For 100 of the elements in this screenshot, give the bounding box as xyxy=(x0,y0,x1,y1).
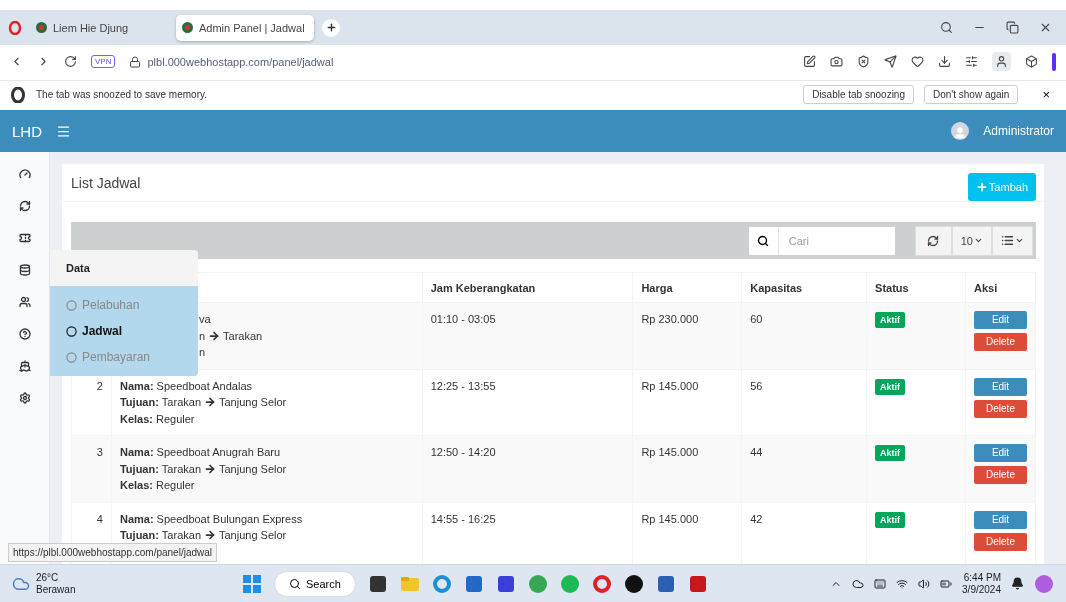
table-cell: 60 xyxy=(750,313,763,325)
cube-icon[interactable] xyxy=(1025,55,1038,68)
submenu-item[interactable]: Pelabuhan xyxy=(66,292,198,318)
edit-button[interactable]: Edit xyxy=(974,510,1027,529)
edit-icon[interactable] xyxy=(803,55,816,68)
route-destination: Tanjung Selor xyxy=(219,461,287,477)
submenu-item[interactable]: Jadwal xyxy=(66,318,198,344)
submenu-item[interactable]: Pembayaran xyxy=(66,344,198,370)
user-name[interactable]: Administrator xyxy=(983,124,1054,138)
delete-button[interactable]: Delete xyxy=(974,532,1027,551)
reload-icon[interactable] xyxy=(64,55,77,68)
browser-logo-icon xyxy=(10,86,26,103)
help-icon[interactable] xyxy=(18,328,31,340)
field-label: Tujuan: xyxy=(119,395,159,410)
volume-icon xyxy=(918,577,931,590)
plus-icon xyxy=(325,22,337,33)
arrow-icon xyxy=(208,329,221,342)
field-label: Kelas: xyxy=(119,411,153,427)
edit-button[interactable]: Edit xyxy=(974,444,1027,462)
page-size-dropdown[interactable]: 10 xyxy=(951,225,992,256)
camera-icon[interactable] xyxy=(830,55,843,68)
temperature: 26°C xyxy=(36,571,60,584)
vpn-badge[interactable]: VPN xyxy=(91,55,116,68)
weather-condition: Berawan xyxy=(36,583,76,596)
ticket-icon[interactable] xyxy=(18,232,31,244)
browser-tab[interactable]: Liem Hie Djung xyxy=(30,14,168,41)
field-label: Tujuan: xyxy=(119,461,159,477)
route-origin: Tarakan xyxy=(161,461,201,477)
brand-logo[interactable]: LHD xyxy=(12,122,42,140)
sliders-icon[interactable] xyxy=(965,55,978,68)
refresh-icon[interactable] xyxy=(18,200,31,212)
arrow-icon xyxy=(204,529,216,542)
gauge-icon[interactable] xyxy=(18,168,31,180)
circle-icon xyxy=(66,299,77,311)
table-cell: 14:55 - 16:25 xyxy=(430,512,496,525)
database-icon[interactable] xyxy=(18,264,31,276)
lock-icon xyxy=(129,55,142,68)
columns-button[interactable] xyxy=(992,225,1033,256)
snooze-button[interactable]: Disable tab snoozing xyxy=(803,85,914,104)
download-icon[interactable] xyxy=(938,55,951,68)
users-icon[interactable] xyxy=(18,296,31,308)
bell-icon xyxy=(1011,577,1024,590)
refresh-icon xyxy=(927,234,940,247)
refresh-button[interactable] xyxy=(914,225,952,256)
keyboard-icon xyxy=(874,577,887,590)
clock-time[interactable]: 6:44 PM xyxy=(963,571,1001,584)
field-value: Speedboat Bulungan Express xyxy=(156,511,303,527)
shield-icon[interactable] xyxy=(857,55,870,68)
field-value: va xyxy=(198,312,211,327)
settings-icon[interactable] xyxy=(18,392,31,404)
field-value: Speedboat Anugrah Baru xyxy=(156,445,281,460)
send-icon[interactable] xyxy=(884,55,897,68)
profile-button[interactable] xyxy=(992,52,1011,71)
table-cell: 56 xyxy=(750,379,763,392)
search-field[interactable]: Cari xyxy=(748,226,895,255)
search-icon[interactable] xyxy=(940,21,953,34)
avatar-icon xyxy=(951,122,970,140)
field-label: Nama: xyxy=(119,378,154,394)
clock-date[interactable]: 3/9/2024 xyxy=(962,583,1001,596)
cloud-icon xyxy=(852,577,865,590)
snooze-button[interactable]: Don't show again xyxy=(924,85,1019,104)
route-destination: Tanjung Selor xyxy=(219,528,287,543)
table-cell: Rp 145.000 xyxy=(641,446,699,458)
ship-icon[interactable] xyxy=(18,360,31,372)
delete-button[interactable]: Delete xyxy=(974,399,1027,418)
snooze-message: The tab was snoozed to save memory. xyxy=(36,89,207,100)
table-cell: 01:10 - 03:05 xyxy=(430,313,496,325)
search-icon xyxy=(757,234,770,247)
sidebar-handle[interactable] xyxy=(1052,52,1056,71)
heart-icon[interactable] xyxy=(911,55,924,68)
card-title: List Jadwal xyxy=(71,175,141,191)
edit-button[interactable]: Edit xyxy=(974,377,1027,396)
field-value: Reguler xyxy=(156,478,195,493)
address-field[interactable]: plbl.000webhostapp.com/panel/jadwal xyxy=(147,55,334,68)
add-button[interactable]: Tambah xyxy=(967,173,1036,201)
browser-tab[interactable]: Admin Panel | Jadwal xyxy=(176,14,314,41)
circle-icon xyxy=(66,325,77,337)
circle-icon xyxy=(66,351,77,363)
new-tab-button[interactable] xyxy=(322,18,340,37)
app-icon[interactable] xyxy=(623,573,644,594)
status-badge: Aktif xyxy=(875,312,906,328)
column-header: Kapasitas xyxy=(741,272,867,303)
restore-icon[interactable] xyxy=(1006,21,1019,34)
caret-icon xyxy=(974,236,983,245)
caret-icon xyxy=(1015,236,1024,245)
taskbar-search[interactable]: Search xyxy=(274,570,356,597)
delete-button[interactable]: Delete xyxy=(974,333,1027,351)
row-number: 2 xyxy=(96,379,103,392)
arrow-icon xyxy=(204,396,216,409)
close-icon[interactable] xyxy=(1039,21,1052,34)
edit-button[interactable]: Edit xyxy=(974,311,1027,329)
browser-logo-icon[interactable] xyxy=(8,20,22,35)
flyout-title: Data xyxy=(50,250,198,286)
close-button[interactable]: × xyxy=(1036,86,1056,103)
table-cell: 42 xyxy=(750,512,763,525)
windows-logo-icon[interactable] xyxy=(242,573,262,594)
delete-button[interactable]: Delete xyxy=(974,466,1027,484)
plus-icon xyxy=(975,181,988,193)
menu-icon[interactable] xyxy=(56,123,71,139)
column-header: Aksi xyxy=(965,272,1036,303)
